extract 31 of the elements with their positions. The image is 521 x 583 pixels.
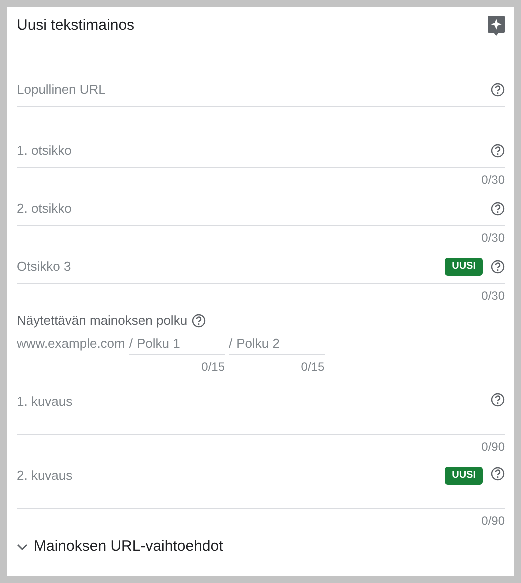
input-field[interactable]: Otsikko 3: [17, 258, 446, 276]
help-icon[interactable]: [491, 82, 505, 96]
new-badge: UUSI: [445, 258, 483, 276]
character-counter: 0/15: [200, 359, 225, 376]
help-icon[interactable]: [192, 314, 206, 328]
sparkle-icon[interactable]: [488, 16, 505, 36]
character-counter: 0/30: [480, 288, 505, 305]
character-counter: 0/30: [480, 230, 505, 247]
help-icon[interactable]: [491, 144, 505, 158]
help-icon[interactable]: [491, 260, 505, 274]
help-icon[interactable]: [491, 467, 505, 481]
character-counter: 0/90: [480, 439, 505, 456]
path-label: Näytettävän mainoksen polku: [17, 312, 188, 330]
path-input-field[interactable]: Polku 1: [137, 334, 225, 352]
input-field[interactable]: 2. otsikko: [17, 200, 491, 218]
input-field[interactable]: Lopullinen URL: [17, 80, 491, 98]
help-icon[interactable]: [491, 202, 505, 216]
new-badge: UUSI: [445, 467, 483, 485]
path-separator: /: [129, 334, 133, 353]
character-counter: 0/90: [480, 513, 505, 530]
character-counter: 0/30: [480, 172, 505, 189]
character-counter: 0/15: [300, 359, 325, 376]
input-field[interactable]: 2. kuvaus: [17, 467, 446, 485]
expand-toggle[interactable]: Mainoksen URL-vaihtoehdot: [17, 537, 224, 557]
card-title: Uusi tekstimainos: [17, 16, 135, 36]
input-field[interactable]: 1. otsikko: [17, 142, 491, 160]
path-input-field[interactable]: Polku 2: [236, 334, 325, 352]
path-separator: /: [229, 334, 233, 353]
help-icon[interactable]: [491, 393, 505, 407]
domain-text: www.example.com: [17, 335, 126, 353]
input-field[interactable]: 1. kuvaus: [17, 393, 491, 411]
